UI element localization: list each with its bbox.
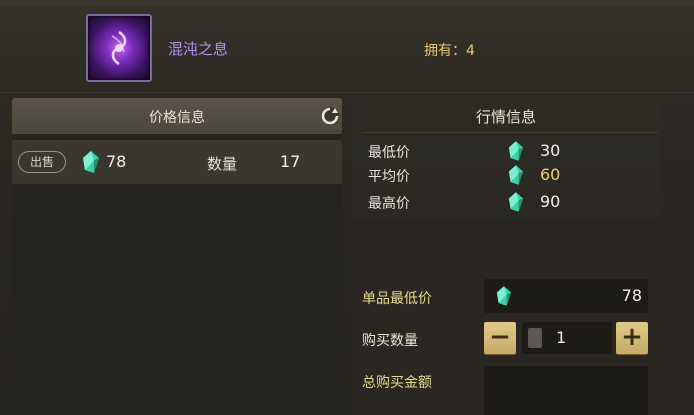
owned-count: 拥有：4 bbox=[424, 43, 475, 59]
gem-icon bbox=[508, 164, 524, 190]
market-min-label: 最低价 bbox=[368, 145, 410, 161]
purple-swirl-icon[interactable] bbox=[86, 14, 152, 82]
price-panel-header: 价格信息 bbox=[12, 98, 342, 134]
listing-qty: 17 bbox=[280, 152, 301, 171]
gem-icon bbox=[508, 140, 524, 166]
sell-button[interactable]: 出售 bbox=[18, 151, 66, 173]
unit-min-price-field: 78 bbox=[484, 279, 648, 313]
market-title: 行情信息 bbox=[475, 108, 536, 126]
buy-qty-label: 购买数量 bbox=[362, 333, 418, 349]
buy-qty-value: 1 bbox=[556, 328, 567, 347]
gem-icon bbox=[82, 150, 100, 178]
refresh-icon[interactable] bbox=[318, 104, 342, 128]
market-divider bbox=[362, 132, 658, 133]
listing-row[interactable]: 出售 78 数量 17 bbox=[12, 140, 342, 184]
market-avg-label: 平均价 bbox=[368, 169, 410, 185]
minus-icon: − bbox=[489, 322, 511, 352]
plus-icon: + bbox=[621, 322, 643, 352]
market-max-label: 最高价 bbox=[368, 196, 410, 212]
total-price-field bbox=[484, 366, 648, 415]
market-avg-value: 60 bbox=[540, 165, 561, 184]
price-panel-title: 价格信息 bbox=[149, 110, 205, 126]
market-max-value: 90 bbox=[540, 192, 561, 211]
gem-icon bbox=[508, 191, 524, 217]
calculator-icon[interactable] bbox=[528, 328, 542, 348]
listing-price: 78 bbox=[106, 152, 127, 171]
buy-qty-input[interactable]: 1 bbox=[522, 322, 612, 354]
market-min-value: 30 bbox=[540, 141, 561, 160]
total-price-label: 总购买金额 bbox=[362, 375, 432, 391]
qty-minus-button[interactable]: − bbox=[484, 322, 516, 354]
listing-qty-label: 数量 bbox=[207, 155, 238, 173]
unit-min-price-label: 单品最低价 bbox=[362, 291, 432, 307]
gem-icon bbox=[496, 285, 512, 311]
unit-min-price-value: 78 bbox=[621, 286, 642, 305]
item-name: 混沌之息 bbox=[168, 40, 229, 58]
top-edge bbox=[0, 0, 694, 6]
qty-plus-button[interactable]: + bbox=[616, 322, 648, 354]
